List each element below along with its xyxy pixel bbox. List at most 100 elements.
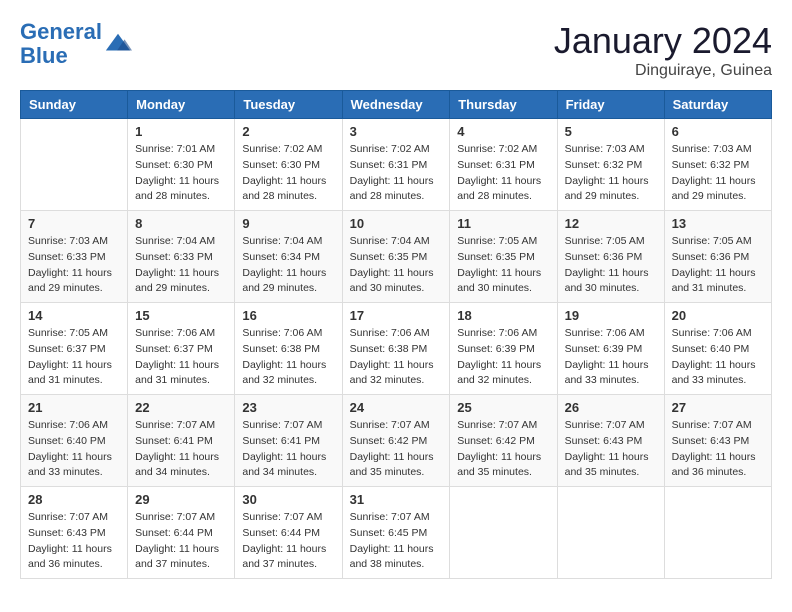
- calendar-cell: [664, 487, 771, 579]
- day-info: Sunrise: 7:03 AMSunset: 6:33 PMDaylight:…: [28, 234, 120, 297]
- day-info: Sunrise: 7:03 AMSunset: 6:32 PMDaylight:…: [672, 142, 764, 205]
- weekday-header-saturday: Saturday: [664, 91, 771, 119]
- day-number: 21: [28, 400, 120, 415]
- day-number: 19: [565, 308, 657, 323]
- calendar-cell: 20 Sunrise: 7:06 AMSunset: 6:40 PMDayligh…: [664, 303, 771, 395]
- day-number: 11: [457, 216, 549, 231]
- day-info: Sunrise: 7:06 AMSunset: 6:38 PMDaylight:…: [242, 326, 334, 389]
- calendar-cell: 17Sunrise: 7:06 AMSunset: 6:38 PMDayligh…: [342, 303, 450, 395]
- calendar-cell: 7 Sunrise: 7:03 AMSunset: 6:33 PMDaylight…: [21, 211, 128, 303]
- day-info: Sunrise: 7:06 AMSunset: 6:40 PMDaylight:…: [672, 326, 764, 389]
- weekday-header-friday: Friday: [557, 91, 664, 119]
- calendar-cell: [21, 119, 128, 211]
- day-number: 16: [242, 308, 334, 323]
- weekday-header-tuesday: Tuesday: [235, 91, 342, 119]
- calendar-week-2: 7 Sunrise: 7:03 AMSunset: 6:33 PMDaylight…: [21, 211, 772, 303]
- calendar-week-3: 14Sunrise: 7:05 AMSunset: 6:37 PMDayligh…: [21, 303, 772, 395]
- page-header: GeneralBlue January 2024 Dinguiraye, Gui…: [20, 20, 772, 80]
- day-info: Sunrise: 7:04 AMSunset: 6:35 PMDaylight:…: [350, 234, 443, 297]
- day-number: 9: [242, 216, 334, 231]
- day-number: 1: [135, 124, 227, 139]
- day-number: 29: [135, 492, 227, 507]
- calendar-cell: 31 Sunrise: 7:07 AMSunset: 6:45 PMDayligh…: [342, 487, 450, 579]
- day-info: Sunrise: 7:07 AMSunset: 6:43 PMDaylight:…: [28, 510, 120, 573]
- logo: GeneralBlue: [20, 20, 132, 68]
- weekday-header-row: SundayMondayTuesdayWednesdayThursdayFrid…: [21, 91, 772, 119]
- calendar-cell: 23Sunrise: 7:07 AMSunset: 6:41 PMDayligh…: [235, 395, 342, 487]
- day-number: 14: [28, 308, 120, 323]
- day-info: Sunrise: 7:03 AMSunset: 6:32 PMDaylight:…: [565, 142, 657, 205]
- day-number: 13: [672, 216, 764, 231]
- day-info: Sunrise: 7:05 AMSunset: 6:35 PMDaylight:…: [457, 234, 549, 297]
- day-info: Sunrise: 7:07 AMSunset: 6:45 PMDaylight:…: [350, 510, 443, 573]
- day-info: Sunrise: 7:06 AMSunset: 6:40 PMDaylight:…: [28, 418, 120, 481]
- day-info: Sunrise: 7:04 AMSunset: 6:33 PMDaylight:…: [135, 234, 227, 297]
- day-number: 12: [565, 216, 657, 231]
- logo-icon: [104, 30, 132, 58]
- day-number: 5: [565, 124, 657, 139]
- day-number: 25: [457, 400, 549, 415]
- calendar-cell: 3Sunrise: 7:02 AMSunset: 6:31 PMDaylight…: [342, 119, 450, 211]
- day-number: 6: [672, 124, 764, 139]
- calendar-cell: 22Sunrise: 7:07 AMSunset: 6:41 PMDayligh…: [128, 395, 235, 487]
- calendar-cell: 14Sunrise: 7:05 AMSunset: 6:37 PMDayligh…: [21, 303, 128, 395]
- calendar-week-1: 1 Sunrise: 7:01 AMSunset: 6:30 PMDaylight…: [21, 119, 772, 211]
- day-info: Sunrise: 7:02 AMSunset: 6:30 PMDaylight:…: [242, 142, 334, 205]
- title-area: January 2024 Dinguiraye, Guinea: [554, 20, 772, 80]
- day-number: 7: [28, 216, 120, 231]
- calendar-cell: 28 Sunrise: 7:07 AMSunset: 6:43 PMDayligh…: [21, 487, 128, 579]
- day-number: 20: [672, 308, 764, 323]
- calendar-cell: 27Sunrise: 7:07 AMSunset: 6:43 PMDayligh…: [664, 395, 771, 487]
- day-info: Sunrise: 7:02 AMSunset: 6:31 PMDaylight:…: [457, 142, 549, 205]
- day-number: 23: [242, 400, 334, 415]
- weekday-header-thursday: Thursday: [450, 91, 557, 119]
- calendar-cell: 5 Sunrise: 7:03 AMSunset: 6:32 PMDaylight…: [557, 119, 664, 211]
- day-number: 26: [565, 400, 657, 415]
- day-info: Sunrise: 7:07 AMSunset: 6:42 PMDaylight:…: [457, 418, 549, 481]
- logo-text: GeneralBlue: [20, 20, 102, 68]
- day-number: 24: [350, 400, 443, 415]
- day-info: Sunrise: 7:05 AMSunset: 6:36 PMDaylight:…: [672, 234, 764, 297]
- day-number: 27: [672, 400, 764, 415]
- day-number: 15: [135, 308, 227, 323]
- day-info: Sunrise: 7:07 AMSunset: 6:42 PMDaylight:…: [350, 418, 443, 481]
- day-number: 2: [242, 124, 334, 139]
- calendar-cell: 18Sunrise: 7:06 AMSunset: 6:39 PMDayligh…: [450, 303, 557, 395]
- calendar-cell: 2 Sunrise: 7:02 AMSunset: 6:30 PMDaylight…: [235, 119, 342, 211]
- calendar-week-5: 28 Sunrise: 7:07 AMSunset: 6:43 PMDayligh…: [21, 487, 772, 579]
- day-number: 31: [350, 492, 443, 507]
- calendar-cell: 26 Sunrise: 7:07 AMSunset: 6:43 PMDayligh…: [557, 395, 664, 487]
- calendar-cell: 4 Sunrise: 7:02 AMSunset: 6:31 PMDaylight…: [450, 119, 557, 211]
- day-info: Sunrise: 7:06 AMSunset: 6:38 PMDaylight:…: [350, 326, 443, 389]
- day-number: 10: [350, 216, 443, 231]
- calendar-cell: 25 Sunrise: 7:07 AMSunset: 6:42 PMDayligh…: [450, 395, 557, 487]
- location-title: Dinguiraye, Guinea: [554, 62, 772, 80]
- calendar-cell: 29Sunrise: 7:07 AMSunset: 6:44 PMDayligh…: [128, 487, 235, 579]
- day-number: 22: [135, 400, 227, 415]
- day-number: 8: [135, 216, 227, 231]
- day-info: Sunrise: 7:07 AMSunset: 6:43 PMDaylight:…: [565, 418, 657, 481]
- calendar-week-4: 21 Sunrise: 7:06 AMSunset: 6:40 PMDayligh…: [21, 395, 772, 487]
- weekday-header-monday: Monday: [128, 91, 235, 119]
- day-info: Sunrise: 7:01 AMSunset: 6:30 PMDaylight:…: [135, 142, 227, 205]
- month-title: January 2024: [554, 20, 772, 62]
- day-info: Sunrise: 7:04 AMSunset: 6:34 PMDaylight:…: [242, 234, 334, 297]
- calendar-cell: 21 Sunrise: 7:06 AMSunset: 6:40 PMDayligh…: [21, 395, 128, 487]
- weekday-header-sunday: Sunday: [21, 91, 128, 119]
- day-info: Sunrise: 7:05 AMSunset: 6:36 PMDaylight:…: [565, 234, 657, 297]
- day-info: Sunrise: 7:02 AMSunset: 6:31 PMDaylight:…: [350, 142, 443, 205]
- calendar-cell: 6 Sunrise: 7:03 AMSunset: 6:32 PMDaylight…: [664, 119, 771, 211]
- calendar-cell: 8 Sunrise: 7:04 AMSunset: 6:33 PMDaylight…: [128, 211, 235, 303]
- calendar-cell: 16 Sunrise: 7:06 AMSunset: 6:38 PMDayligh…: [235, 303, 342, 395]
- day-number: 28: [28, 492, 120, 507]
- calendar-cell: 10 Sunrise: 7:04 AMSunset: 6:35 PMDayligh…: [342, 211, 450, 303]
- day-info: Sunrise: 7:06 AMSunset: 6:39 PMDaylight:…: [457, 326, 549, 389]
- calendar-body: 1 Sunrise: 7:01 AMSunset: 6:30 PMDaylight…: [21, 119, 772, 579]
- day-number: 4: [457, 124, 549, 139]
- day-info: Sunrise: 7:07 AMSunset: 6:44 PMDaylight:…: [242, 510, 334, 573]
- calendar-cell: 11 Sunrise: 7:05 AMSunset: 6:35 PMDayligh…: [450, 211, 557, 303]
- weekday-header-wednesday: Wednesday: [342, 91, 450, 119]
- calendar-cell: [557, 487, 664, 579]
- calendar-cell: 30Sunrise: 7:07 AMSunset: 6:44 PMDayligh…: [235, 487, 342, 579]
- calendar-cell: 24 Sunrise: 7:07 AMSunset: 6:42 PMDayligh…: [342, 395, 450, 487]
